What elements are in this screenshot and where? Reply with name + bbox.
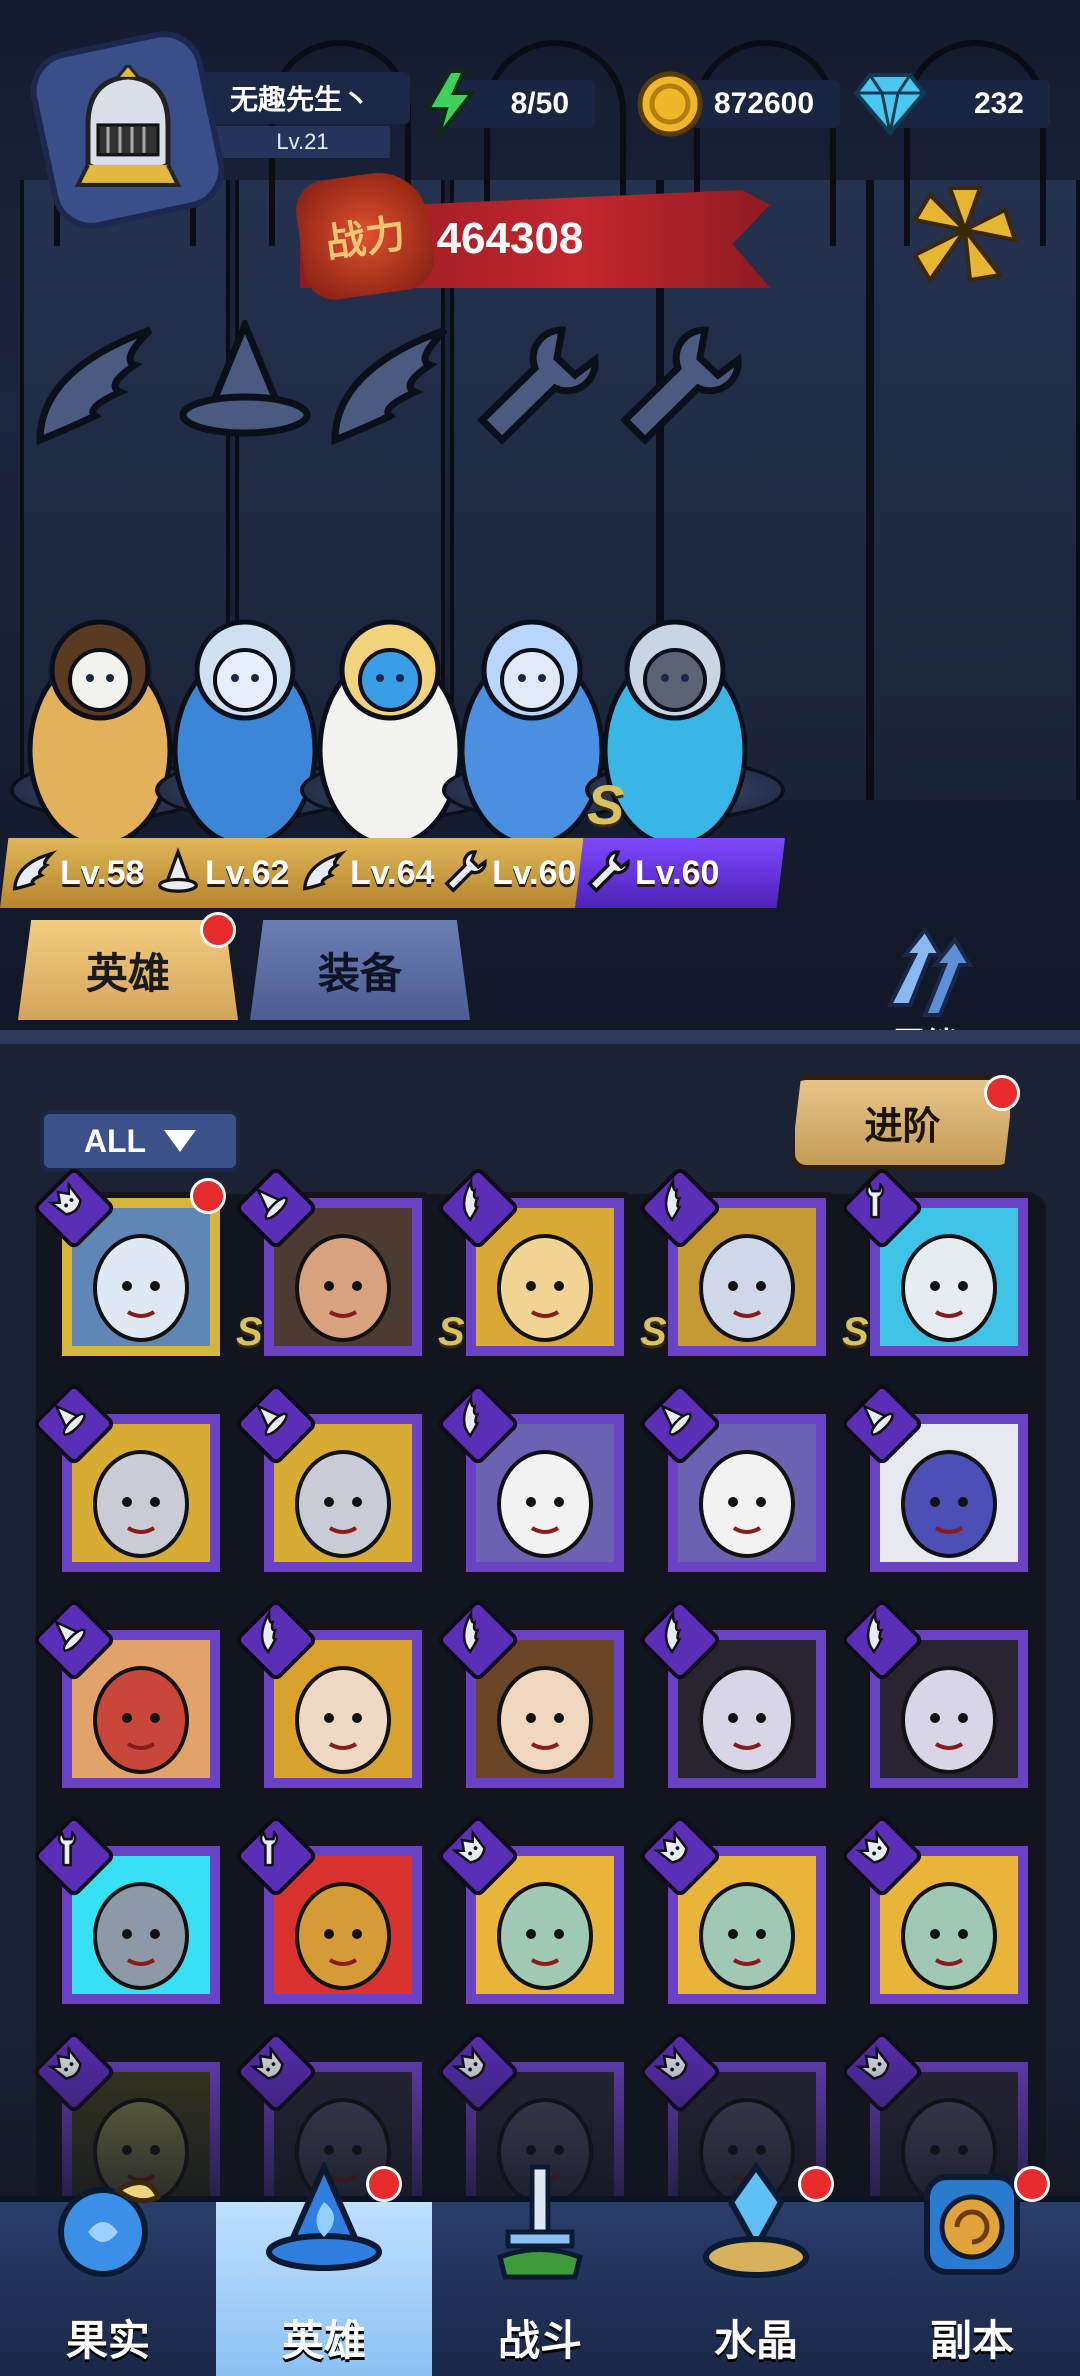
nav-label: 副本 — [929, 2317, 1014, 2364]
hat-icon — [250, 1182, 302, 1234]
rank-s-badge: S — [587, 773, 625, 836]
nav-item-dungeon[interactable]: 副本 — [864, 2166, 1080, 2376]
bottom-navigation: 果实 英雄 战斗 水晶 副本 — [0, 2159, 1080, 2376]
gold-coin-icon — [630, 64, 710, 144]
gold-counter[interactable]: 872600 — [637, 71, 840, 137]
settings-gear-icon[interactable] — [905, 180, 1025, 290]
wing-icon — [298, 844, 348, 900]
bond-arrows-icon — [886, 926, 974, 1017]
lightning-icon — [410, 64, 490, 144]
hero-level-tag: Lv.60 — [575, 838, 785, 908]
wing-icon — [856, 1608, 908, 1666]
player-level: Lv.21 — [215, 126, 390, 158]
combat-power-value: 464308 — [436, 214, 584, 263]
notification-badge — [798, 2166, 834, 2202]
wrench-icon — [856, 1182, 908, 1234]
hat-icon — [153, 844, 203, 900]
hero-level-label: Lv.62 — [205, 853, 290, 892]
energy-counter[interactable]: 8/50 — [424, 69, 595, 139]
notification-badge — [190, 1178, 226, 1214]
hero-level-label: Lv.60 — [635, 853, 720, 892]
wing-icon — [8, 844, 58, 900]
notification-badge — [366, 2166, 402, 2202]
wing-icon — [654, 1176, 706, 1234]
beast-icon — [653, 1829, 706, 1882]
wrench-icon — [250, 1830, 302, 1882]
wrench-icon — [583, 844, 633, 900]
nav-label: 战斗 — [497, 2317, 582, 2364]
filter-dropdown[interactable]: ALL — [40, 1110, 240, 1172]
rank-s-badge: S — [842, 1310, 869, 1354]
sword-icon — [480, 2162, 600, 2292]
hat-icon — [250, 1398, 302, 1450]
wing-icon — [452, 1608, 504, 1666]
wrench-icon — [440, 844, 490, 900]
player-name: 无趣先生丶 — [190, 72, 410, 124]
chevron-down-icon — [164, 1130, 197, 1152]
wrench-icon — [48, 1830, 100, 1882]
top-bar: 无趣先生丶 Lv.21 8/50 872600 232 — [0, 0, 1080, 237]
wrench-emblem-icon — [600, 320, 750, 450]
hat-icon — [48, 1398, 100, 1450]
wing-icon — [654, 1608, 706, 1666]
tab-equipment[interactable]: 装备 — [250, 920, 470, 1020]
nav-item-crystal[interactable]: 水晶 — [648, 2161, 864, 2376]
fruit-icon — [48, 2162, 168, 2292]
advance-button[interactable]: 进阶 — [790, 1075, 1015, 1170]
hero-level-label: Lv.58 — [60, 853, 145, 892]
wing-icon — [250, 1608, 302, 1666]
knight-helmet-icon — [74, 65, 181, 187]
beast-icon — [451, 1829, 504, 1882]
hero-level-label: Lv.60 — [492, 853, 577, 892]
player-avatar[interactable] — [23, 23, 232, 237]
hat-icon — [654, 1398, 706, 1450]
diamond-counter[interactable]: 232 — [853, 73, 1050, 137]
rank-s-badge: S — [438, 1310, 465, 1354]
wing-icon — [452, 1392, 504, 1450]
notification-badge — [1014, 2166, 1050, 2202]
diamond-icon — [850, 64, 930, 144]
nav-label: 果实 — [65, 2317, 150, 2364]
wing-icon — [452, 1176, 504, 1234]
advance-badge — [984, 1075, 1020, 1111]
beast-icon — [47, 1181, 100, 1234]
hat-icon — [856, 1398, 908, 1450]
nav-item-hero-hat[interactable]: 英雄 — [216, 2159, 432, 2376]
tab-heroes-badge — [200, 912, 236, 948]
nav-item-sword[interactable]: 战斗 — [432, 2164, 648, 2376]
nav-item-fruit[interactable]: 果实 — [0, 2180, 216, 2376]
rank-s-badge: S — [640, 1310, 667, 1354]
hero-level-label: Lv.64 — [350, 853, 435, 892]
hat-icon — [48, 1614, 100, 1666]
rank-s-badge: S — [236, 1310, 263, 1354]
nav-label: 英雄 — [281, 2317, 366, 2364]
nav-label: 水晶 — [713, 2317, 798, 2364]
beast-icon — [855, 1829, 908, 1882]
